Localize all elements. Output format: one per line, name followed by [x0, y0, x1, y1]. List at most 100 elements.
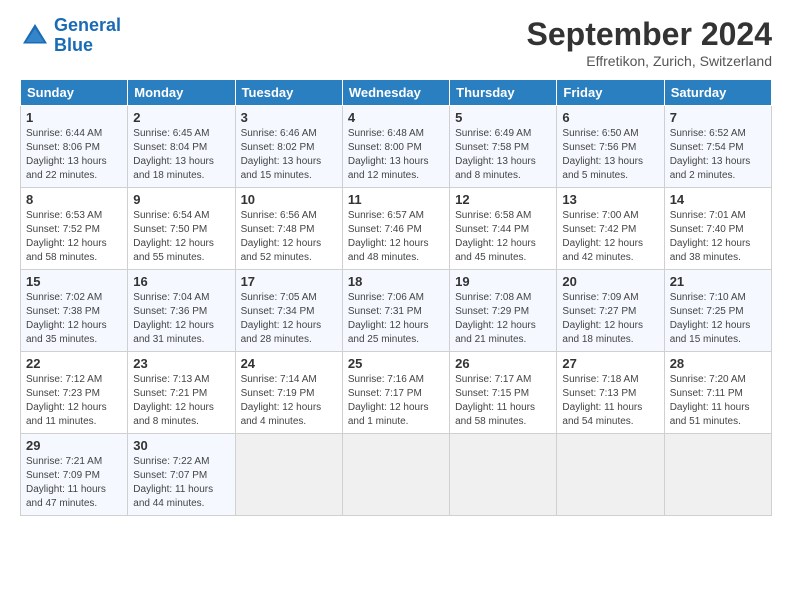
- day-number: 12: [455, 192, 551, 207]
- calendar-cell: 14 Sunrise: 7:01 AMSunset: 7:40 PMDayligh…: [664, 188, 771, 270]
- day-info: Sunrise: 7:12 AMSunset: 7:23 PMDaylight:…: [26, 374, 107, 427]
- col-header-thursday: Thursday: [450, 80, 557, 106]
- day-info: Sunrise: 7:02 AMSunset: 7:38 PMDaylight:…: [26, 292, 107, 345]
- calendar-cell: [235, 434, 342, 516]
- week-row-1: 1 Sunrise: 6:44 AMSunset: 8:06 PMDaylight…: [21, 106, 772, 188]
- header-row: SundayMondayTuesdayWednesdayThursdayFrid…: [21, 80, 772, 106]
- day-info: Sunrise: 6:50 AMSunset: 7:56 PMDaylight:…: [562, 128, 643, 181]
- calendar-cell: 8 Sunrise: 6:53 AMSunset: 7:52 PMDaylight…: [21, 188, 128, 270]
- subtitle: Effretikon, Zurich, Switzerland: [527, 53, 772, 69]
- day-info: Sunrise: 7:00 AMSunset: 7:42 PMDaylight:…: [562, 210, 643, 263]
- calendar-cell: [342, 434, 449, 516]
- calendar-cell: 27Sunrise: 7:18 AMSunset: 7:13 PMDayligh…: [557, 352, 664, 434]
- page: General Blue September 2024 Effretikon, …: [0, 0, 792, 526]
- calendar-cell: 13 Sunrise: 7:00 AMSunset: 7:42 PMDayligh…: [557, 188, 664, 270]
- day-info: Sunrise: 6:46 AMSunset: 8:02 PMDaylight:…: [241, 128, 322, 181]
- calendar-cell: 3 Sunrise: 6:46 AMSunset: 8:02 PMDaylight…: [235, 106, 342, 188]
- day-number: 23: [133, 356, 229, 371]
- day-number: 21: [670, 274, 766, 289]
- col-header-wednesday: Wednesday: [342, 80, 449, 106]
- day-number: 14: [670, 192, 766, 207]
- day-info: Sunrise: 7:05 AMSunset: 7:34 PMDaylight:…: [241, 292, 322, 345]
- calendar-cell: 6 Sunrise: 6:50 AMSunset: 7:56 PMDaylight…: [557, 106, 664, 188]
- day-info: Sunrise: 7:01 AMSunset: 7:40 PMDaylight:…: [670, 210, 751, 263]
- day-info: Sunrise: 7:10 AMSunset: 7:25 PMDaylight:…: [670, 292, 751, 345]
- calendar-cell: 18Sunrise: 7:06 AMSunset: 7:31 PMDayligh…: [342, 270, 449, 352]
- day-number: 30: [133, 438, 229, 453]
- day-number: 22: [26, 356, 122, 371]
- week-row-5: 29Sunrise: 7:21 AMSunset: 7:09 PMDayligh…: [21, 434, 772, 516]
- calendar-cell: 29Sunrise: 7:21 AMSunset: 7:09 PMDayligh…: [21, 434, 128, 516]
- calendar-cell: 17 Sunrise: 7:05 AMSunset: 7:34 PMDayligh…: [235, 270, 342, 352]
- day-number: 20: [562, 274, 658, 289]
- day-info: Sunrise: 6:58 AMSunset: 7:44 PMDaylight:…: [455, 210, 536, 263]
- week-row-3: 15Sunrise: 7:02 AMSunset: 7:38 PMDayligh…: [21, 270, 772, 352]
- col-header-monday: Monday: [128, 80, 235, 106]
- day-info: Sunrise: 7:22 AMSunset: 7:07 PMDaylight:…: [133, 456, 213, 509]
- day-number: 2: [133, 110, 229, 125]
- day-number: 7: [670, 110, 766, 125]
- calendar-cell: 11 Sunrise: 6:57 AMSunset: 7:46 PMDayligh…: [342, 188, 449, 270]
- logo-icon: [20, 21, 50, 51]
- col-header-sunday: Sunday: [21, 80, 128, 106]
- week-row-4: 22 Sunrise: 7:12 AMSunset: 7:23 PMDayligh…: [21, 352, 772, 434]
- day-info: Sunrise: 7:17 AMSunset: 7:15 PMDaylight:…: [455, 374, 535, 427]
- calendar-cell: 26Sunrise: 7:17 AMSunset: 7:15 PMDayligh…: [450, 352, 557, 434]
- day-number: 3: [241, 110, 337, 125]
- col-header-saturday: Saturday: [664, 80, 771, 106]
- col-header-friday: Friday: [557, 80, 664, 106]
- calendar-cell: 7 Sunrise: 6:52 AMSunset: 7:54 PMDaylight…: [664, 106, 771, 188]
- day-number: 4: [348, 110, 444, 125]
- calendar-cell: 12 Sunrise: 6:58 AMSunset: 7:44 PMDayligh…: [450, 188, 557, 270]
- day-info: Sunrise: 7:16 AMSunset: 7:17 PMDaylight:…: [348, 374, 429, 427]
- calendar-cell: 9 Sunrise: 6:54 AMSunset: 7:50 PMDaylight…: [128, 188, 235, 270]
- day-info: Sunrise: 6:54 AMSunset: 7:50 PMDaylight:…: [133, 210, 214, 263]
- day-info: Sunrise: 6:57 AMSunset: 7:46 PMDaylight:…: [348, 210, 429, 263]
- day-info: Sunrise: 6:53 AMSunset: 7:52 PMDaylight:…: [26, 210, 107, 263]
- calendar-cell: 22 Sunrise: 7:12 AMSunset: 7:23 PMDayligh…: [21, 352, 128, 434]
- day-info: Sunrise: 7:20 AMSunset: 7:11 PMDaylight:…: [670, 374, 750, 427]
- calendar-cell: 30 Sunrise: 7:22 AMSunset: 7:07 PMDayligh…: [128, 434, 235, 516]
- day-number: 6: [562, 110, 658, 125]
- day-number: 17: [241, 274, 337, 289]
- main-title: September 2024: [527, 16, 772, 53]
- calendar-cell: [664, 434, 771, 516]
- day-number: 28: [670, 356, 766, 371]
- calendar-cell: 1 Sunrise: 6:44 AMSunset: 8:06 PMDaylight…: [21, 106, 128, 188]
- calendar-cell: 10Sunrise: 6:56 AMSunset: 7:48 PMDayligh…: [235, 188, 342, 270]
- day-info: Sunrise: 6:45 AMSunset: 8:04 PMDaylight:…: [133, 128, 214, 181]
- col-header-tuesday: Tuesday: [235, 80, 342, 106]
- calendar-cell: 2 Sunrise: 6:45 AMSunset: 8:04 PMDaylight…: [128, 106, 235, 188]
- day-number: 11: [348, 192, 444, 207]
- calendar-cell: [557, 434, 664, 516]
- calendar-cell: 21 Sunrise: 7:10 AMSunset: 7:25 PMDayligh…: [664, 270, 771, 352]
- day-number: 29: [26, 438, 122, 453]
- calendar-cell: 5Sunrise: 6:49 AMSunset: 7:58 PMDaylight…: [450, 106, 557, 188]
- calendar-cell: 28 Sunrise: 7:20 AMSunset: 7:11 PMDayligh…: [664, 352, 771, 434]
- day-info: Sunrise: 6:49 AMSunset: 7:58 PMDaylight:…: [455, 128, 536, 181]
- day-info: Sunrise: 6:44 AMSunset: 8:06 PMDaylight:…: [26, 128, 107, 181]
- calendar-cell: 23 Sunrise: 7:13 AMSunset: 7:21 PMDayligh…: [128, 352, 235, 434]
- calendar-cell: 19 Sunrise: 7:08 AMSunset: 7:29 PMDayligh…: [450, 270, 557, 352]
- day-number: 1: [26, 110, 122, 125]
- day-number: 9: [133, 192, 229, 207]
- logo: General Blue: [20, 16, 121, 56]
- day-info: Sunrise: 7:18 AMSunset: 7:13 PMDaylight:…: [562, 374, 642, 427]
- calendar-table: SundayMondayTuesdayWednesdayThursdayFrid…: [20, 79, 772, 516]
- calendar-cell: 20 Sunrise: 7:09 AMSunset: 7:27 PMDayligh…: [557, 270, 664, 352]
- day-info: Sunrise: 7:13 AMSunset: 7:21 PMDaylight:…: [133, 374, 214, 427]
- day-info: Sunrise: 6:52 AMSunset: 7:54 PMDaylight:…: [670, 128, 751, 181]
- day-info: Sunrise: 7:14 AMSunset: 7:19 PMDaylight:…: [241, 374, 322, 427]
- day-number: 18: [348, 274, 444, 289]
- header: General Blue September 2024 Effretikon, …: [20, 16, 772, 69]
- day-info: Sunrise: 6:56 AMSunset: 7:48 PMDaylight:…: [241, 210, 322, 263]
- day-number: 8: [26, 192, 122, 207]
- day-number: 13: [562, 192, 658, 207]
- calendar-cell: 25Sunrise: 7:16 AMSunset: 7:17 PMDayligh…: [342, 352, 449, 434]
- day-info: Sunrise: 7:09 AMSunset: 7:27 PMDaylight:…: [562, 292, 643, 345]
- day-number: 19: [455, 274, 551, 289]
- calendar-cell: [450, 434, 557, 516]
- title-block: September 2024 Effretikon, Zurich, Switz…: [527, 16, 772, 69]
- logo-line1: General: [54, 15, 121, 35]
- day-info: Sunrise: 7:08 AMSunset: 7:29 PMDaylight:…: [455, 292, 536, 345]
